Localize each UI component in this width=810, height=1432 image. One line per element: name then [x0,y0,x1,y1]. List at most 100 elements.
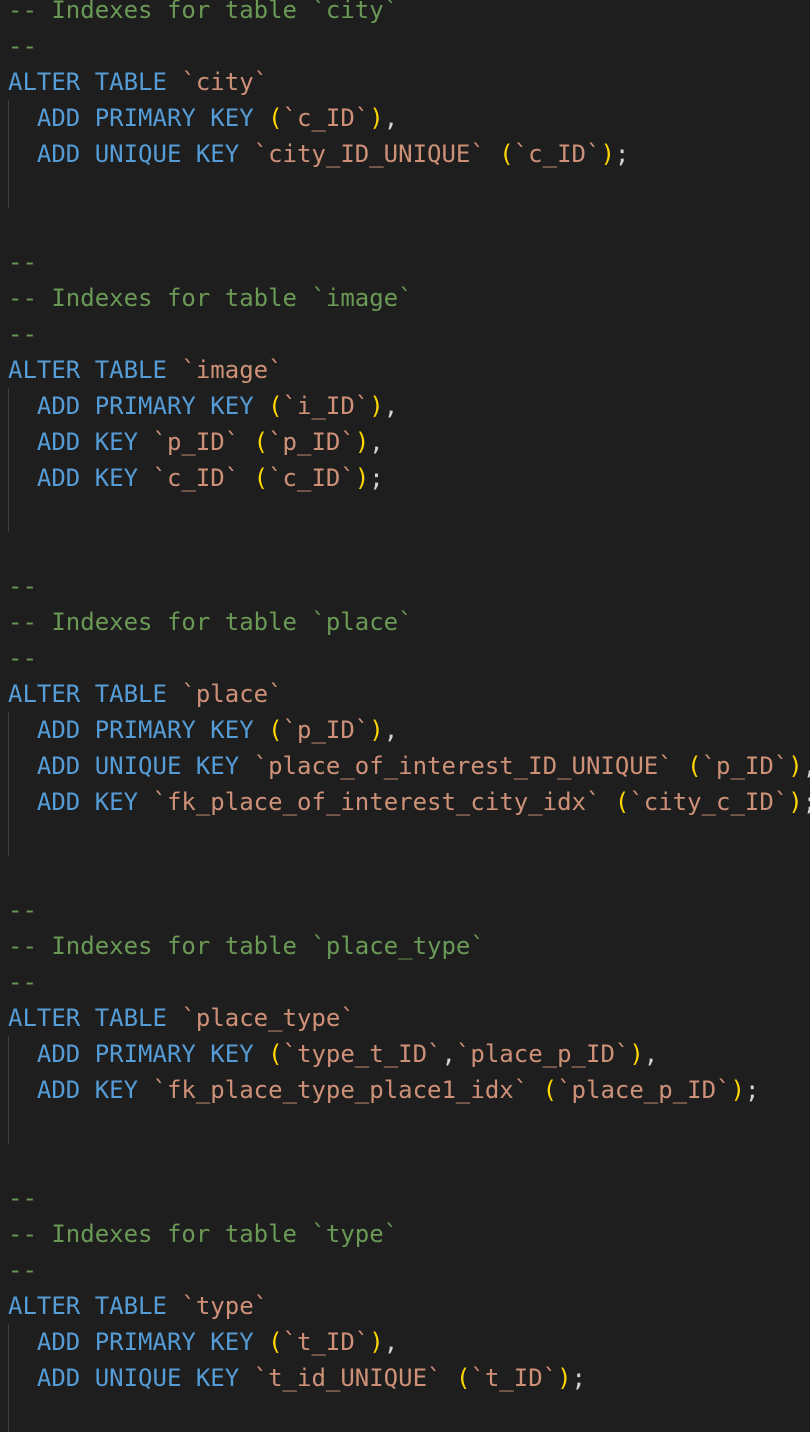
code-line[interactable]: ​ [0,1108,810,1144]
indent-guide [8,784,9,820]
code-line[interactable]: ADD KEY `p_ID` (`p_ID`), [0,424,810,460]
code-editor[interactable]: -- Indexes for table `city` -- ALTER TABLE… [0,0,810,1432]
punctuation-token: , [383,104,399,132]
identifier-token: `place` [181,680,283,708]
code-line[interactable]: -- Indexes for table `place_type` [0,928,810,964]
code-line[interactable]: -- Indexes for table `place` [0,604,810,640]
identifier-token: `city_ID_UNIQUE` [253,140,500,168]
code-line[interactable]: -- [0,892,810,928]
code-line[interactable]: ADD KEY `fk_place_type_place1_idx` (`pla… [0,1072,810,1108]
code-line[interactable]: ​ [0,1396,810,1432]
code-line[interactable]: ADD UNIQUE KEY `place_of_interest_ID_UNI… [0,748,810,784]
keyword-token: ALTER TABLE [8,356,182,384]
code-line[interactable]: ADD PRIMARY KEY (`type_t_ID`,`place_p_ID… [0,1036,810,1072]
bracket-token: ) [788,752,803,780]
punctuation-token: , [369,428,384,456]
identifier-token: `type` [181,1292,269,1320]
bracket-token: ( [455,1364,471,1392]
code-line[interactable]: -- [0,1252,810,1288]
bracket-token: ( [268,104,283,132]
identifier-token: `c_ID` [152,464,254,492]
code-line[interactable]: ​ [0,496,810,532]
keyword-token: ADD UNIQUE KEY [8,752,254,780]
bracket-token: ) [369,104,384,132]
code-line[interactable]: -- Indexes for table `image` [0,280,810,316]
code-line[interactable]: -- [0,568,810,604]
identifier-token: `place_type` [181,1004,355,1032]
code-line[interactable]: ALTER TABLE `image` [0,352,810,388]
indent-guide [8,100,9,136]
code-line[interactable]: ​ [0,820,810,856]
comment-token: -- [8,968,37,996]
code-line[interactable]: ADD PRIMARY KEY (`t_ID`), [0,1324,810,1360]
keyword-token: ALTER TABLE [8,1292,182,1320]
bracket-token: ) [369,1328,384,1356]
identifier-token: `fk_place_type_place1_idx` [152,1076,543,1104]
comment-token: -- [8,644,37,672]
bracket-token: ( [614,788,630,816]
code-line[interactable]: ADD PRIMARY KEY (`i_ID`), [0,388,810,424]
indent-guide [8,460,9,496]
identifier-token: `c_ID` [282,104,370,132]
code-line[interactable]: ​ [0,1144,810,1180]
comment-token: -- [8,32,37,60]
bracket-token: ) [354,428,370,456]
keyword-token: ALTER TABLE [8,1004,182,1032]
code-line[interactable]: -- [0,28,810,64]
punctuation-token: , [803,752,810,780]
code-line[interactable]: ​ [0,208,810,244]
code-line[interactable]: ADD KEY `fk_place_of_interest_city_idx` … [0,784,810,820]
code-line[interactable]: -- [0,964,810,1000]
indent-guide [8,424,9,460]
comment-token: -- Indexes for table `image` [8,284,413,312]
code-line[interactable]: ADD PRIMARY KEY (`p_ID`), [0,712,810,748]
keyword-token: ADD KEY [8,428,153,456]
code-line[interactable]: ALTER TABLE `place` [0,676,810,712]
indent-guide [8,712,9,748]
identifier-token: `place_of_interest_ID_UNIQUE` [253,752,688,780]
comment-token: -- Indexes for table `place_type` [8,932,485,960]
code-line[interactable]: -- [0,640,810,676]
comment-token: -- [8,1184,37,1212]
code-line[interactable]: -- [0,316,810,352]
bracket-token: ( [542,1076,558,1104]
code-line[interactable]: ALTER TABLE `city` [0,64,810,100]
code-line[interactable]: -- Indexes for table `city` [0,0,810,28]
indent-guide [8,496,9,532]
code-line[interactable]: ALTER TABLE `type` [0,1288,810,1324]
code-line[interactable]: -- Indexes for table `type` [0,1216,810,1252]
comment-token: -- [8,248,37,276]
keyword-token: ALTER TABLE [8,68,182,96]
identifier-token: `p_ID` [282,716,370,744]
indent-guide [8,136,9,172]
code-line[interactable]: ​ [0,532,810,568]
punctuation-token: , [383,1328,399,1356]
indent-guide [8,820,9,856]
code-line[interactable]: ADD PRIMARY KEY (`c_ID`), [0,100,810,136]
identifier-token: `type_t_ID` [282,1040,442,1068]
comment-token: -- [8,572,37,600]
bracket-token: ) [354,464,370,492]
punctuation-token: , [383,392,399,420]
code-line[interactable]: ​ [0,856,810,892]
code-line[interactable]: -- [0,244,810,280]
bracket-token: ) [600,140,615,168]
punctuation-token: , [441,1040,456,1068]
code-line[interactable]: ADD UNIQUE KEY `t_id_UNIQUE` (`t_ID`); [0,1360,810,1396]
code-line[interactable]: ​ [0,172,810,208]
indent-guide [8,1324,9,1360]
code-line[interactable]: ADD UNIQUE KEY `city_ID_UNIQUE` (`c_ID`)… [0,136,810,172]
code-line[interactable]: ADD KEY `c_ID` (`c_ID`); [0,460,810,496]
indent-guide [8,748,9,784]
identifier-token: `c_ID` [513,140,601,168]
code-line[interactable]: ALTER TABLE `place_type` [0,1000,810,1036]
bracket-token: ) [369,716,384,744]
identifier-token: `place_p_ID` [557,1076,731,1104]
keyword-token: ADD UNIQUE KEY [8,140,254,168]
comment-token: -- Indexes for table `type` [8,1220,399,1248]
code-line[interactable]: -- [0,1180,810,1216]
bracket-token: ( [268,392,283,420]
identifier-token: `place_p_ID` [455,1040,630,1068]
indent-guide [8,1396,9,1432]
punctuation-token: ; [571,1364,586,1392]
